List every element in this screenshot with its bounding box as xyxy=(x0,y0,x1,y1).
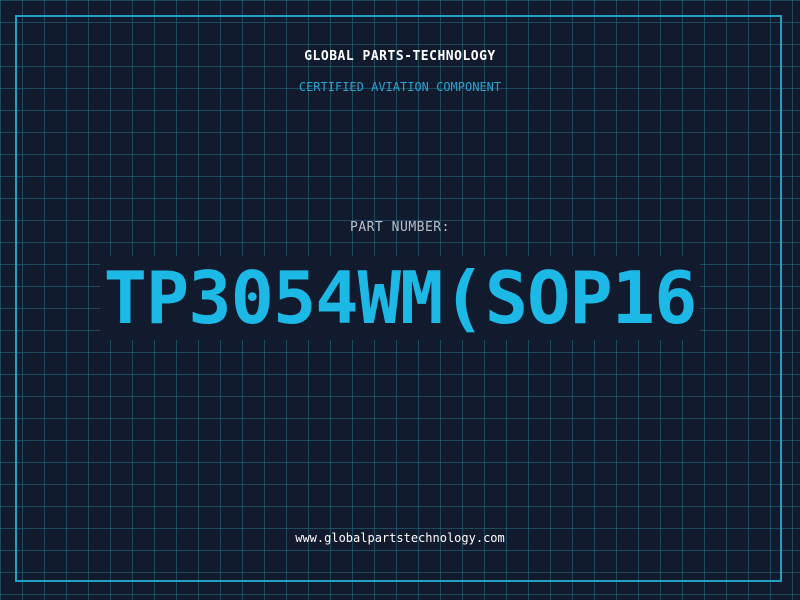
company-name: GLOBAL PARTS-TECHNOLOGY xyxy=(304,49,496,64)
certification-subtitle: CERTIFIED AVIATION COMPONENT xyxy=(298,80,502,94)
part-number-label: PART NUMBER: xyxy=(350,220,450,235)
part-number-container: TP3054WM(SOP16 xyxy=(0,256,800,340)
certificate-canvas: GLOBAL PARTS-TECHNOLOGY CERTIFIED AVIATI… xyxy=(0,0,800,600)
website-url: www.globalpartstechnology.com xyxy=(295,531,505,545)
part-number-value: TP3054WM(SOP16 xyxy=(99,256,701,340)
